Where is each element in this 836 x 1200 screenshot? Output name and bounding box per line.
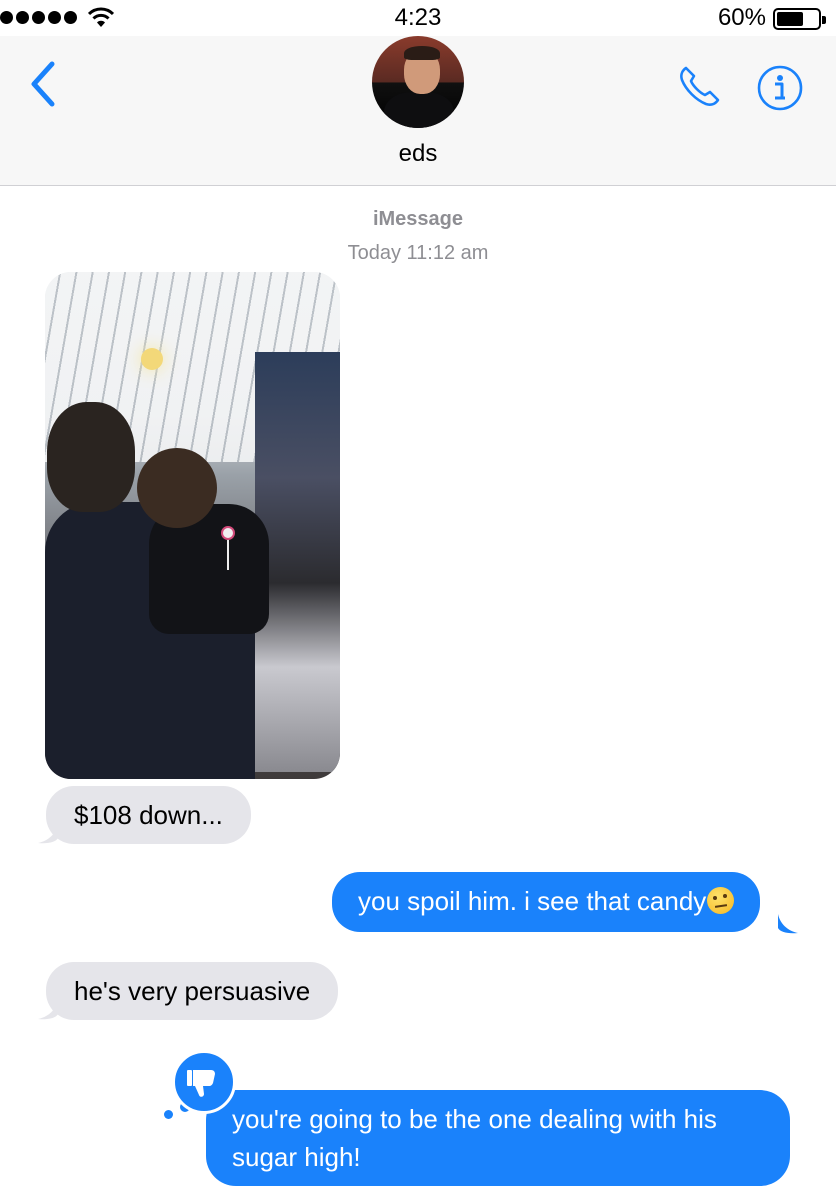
status-bar: 4:23 60% <box>0 0 836 36</box>
info-icon[interactable] <box>756 64 804 112</box>
message-bubble-outgoing[interactable]: you're going to be the one dealing with … <box>206 1090 790 1186</box>
tapback-tail <box>164 1110 173 1119</box>
battery-icon <box>773 8 826 30</box>
message-bubble-outgoing[interactable]: you spoil him. i see that candy <box>332 872 761 932</box>
message-timestamp: Today 11:12 am <box>347 242 489 264</box>
tapback-reaction[interactable] <box>172 1050 236 1114</box>
phone-icon[interactable] <box>676 62 724 110</box>
message-text: you spoil him. i see that candy <box>358 886 707 916</box>
message-bubble-incoming[interactable]: $108 down... <box>46 786 251 844</box>
contact-avatar[interactable] <box>372 36 464 128</box>
message-bubble-incoming[interactable]: he's very persuasive <box>46 962 339 1020</box>
status-time: 4:23 <box>394 4 442 31</box>
raised-eyebrow-emoji-icon <box>707 887 735 914</box>
chevron-left-icon[interactable] <box>26 58 62 110</box>
service-label: iMessage <box>372 208 464 230</box>
conversation-header: eds <box>0 36 836 186</box>
bubble-tail <box>778 914 798 934</box>
thumbs-down-icon <box>187 1070 215 1097</box>
contact-name[interactable]: eds <box>0 140 836 168</box>
battery-percentage: 60% <box>717 4 766 31</box>
photo-message[interactable] <box>45 272 340 779</box>
